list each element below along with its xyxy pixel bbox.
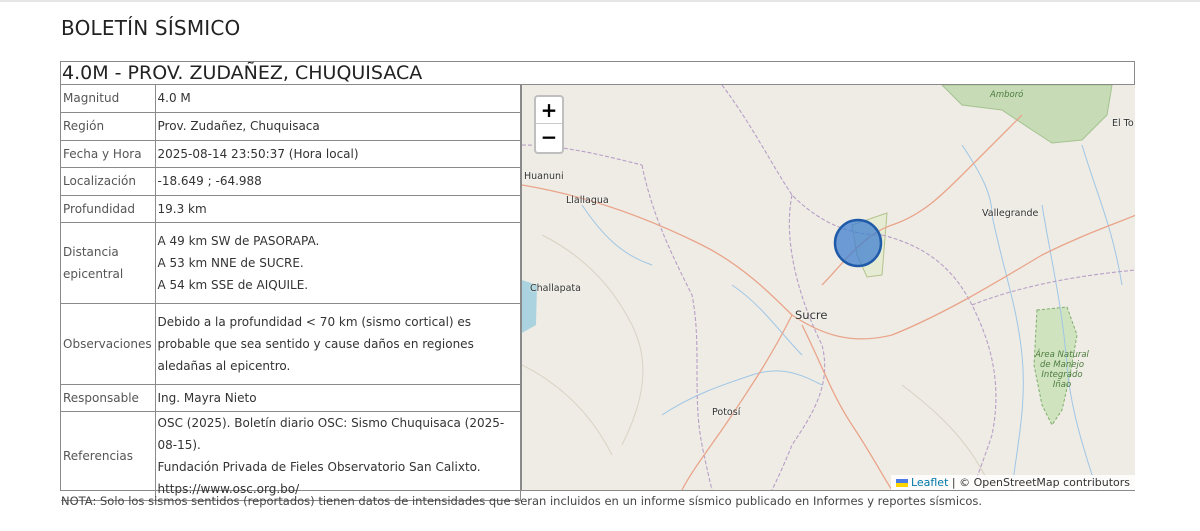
- table-row: Responsable Ing. Mayra Nieto: [61, 383, 521, 412]
- table-row: Referencias OSC (2025). Boletín diario O…: [61, 410, 521, 501]
- top-divider: [0, 0, 1200, 2]
- bulletin-heading: 4.0M - PROV. ZUDAÑEZ, CHUQUISACA: [61, 62, 1134, 85]
- place-iniao: Área Natural de Manejo Integrado Iñao: [1035, 350, 1089, 390]
- responsible-label: Responsable: [61, 383, 156, 412]
- observations-value: Debido a la profundidad < 70 km (sismo c…: [154, 302, 521, 385]
- zoom-out-button[interactable]: −: [536, 124, 562, 151]
- references-label: Referencias: [61, 410, 156, 501]
- observations-label: Observaciones: [61, 302, 156, 385]
- table-row: Fecha y Hora 2025-08-14 23:50:37 (Hora l…: [61, 139, 521, 168]
- epicenter-marker: [833, 218, 883, 268]
- ukraine-flag-icon: [895, 479, 908, 487]
- reference-line: OSC (2025). Boletín diario OSC: Sismo Ch…: [157, 415, 505, 452]
- road-lines: [522, 114, 1135, 490]
- magnitude-label: Magnitud: [61, 85, 156, 113]
- leaflet-link[interactable]: Leaflet: [911, 476, 948, 489]
- datetime-label: Fecha y Hora: [61, 139, 156, 168]
- footer-note: NOTA: Solo los sismos sentidos (reportad…: [61, 494, 983, 508]
- place-el-torno: El To: [1112, 118, 1134, 129]
- place-challapata: Challapata: [530, 283, 581, 294]
- zoom-control: + −: [534, 95, 564, 154]
- depth-value: 19.3 km: [154, 194, 521, 223]
- region-value: Prov. Zudañez, Chuquisaca: [154, 111, 521, 141]
- distance-value: A 49 km SW de PASORAPA. A 53 km NNE de S…: [154, 221, 521, 304]
- table-row: Observaciones Debido a la profundidad < …: [61, 302, 521, 385]
- region-label: Región: [61, 111, 156, 141]
- location-value: -18.649 ; -64.988: [154, 166, 521, 196]
- map-attribution: Leaflet | © OpenStreetMap contributors: [890, 475, 1135, 490]
- place-llallagua: Llallagua: [566, 195, 609, 206]
- place-huanuni: Huanuni: [524, 171, 564, 182]
- zoom-in-button[interactable]: +: [536, 97, 562, 124]
- table-row: Localización -18.649 ; -64.988: [61, 166, 521, 196]
- place-vallegrande: Vallegrande: [982, 208, 1039, 219]
- location-label: Localización: [61, 166, 156, 196]
- distance-line: A 54 km SSE de AIQUILE.: [157, 277, 309, 292]
- distance-label: Distancia epicentral: [61, 221, 156, 304]
- depth-label: Profundidad: [61, 194, 156, 223]
- distance-line: A 49 km SW de PASORAPA.: [157, 233, 320, 248]
- boundary-lines: [522, 85, 1135, 490]
- map-base: [522, 85, 1135, 490]
- magnitude-value: 4.0 M: [154, 85, 521, 113]
- place-amboro: Amboró: [990, 90, 1024, 100]
- place-potosi: Potosí: [712, 407, 741, 418]
- page-title: BOLETÍN SÍSMICO: [61, 16, 241, 40]
- attribution-separator: | ©: [948, 476, 974, 489]
- distance-line: A 53 km NNE de SUCRE.: [157, 255, 304, 270]
- table-row: Magnitud 4.0 M: [61, 85, 521, 113]
- epicenter-map[interactable]: + − Amboró El To Huanuni Llallagua Valle…: [521, 85, 1135, 490]
- table-row: Profundidad 19.3 km: [61, 194, 521, 223]
- table-row: Distancia epicentral A 49 km SW de PASOR…: [61, 221, 521, 304]
- minor-roads: [522, 234, 993, 490]
- osm-link[interactable]: OpenStreetMap contributors: [974, 476, 1130, 489]
- datetime-value: 2025-08-14 23:50:37 (Hora local): [154, 139, 521, 168]
- place-sucre: Sucre: [795, 308, 828, 322]
- references-value: OSC (2025). Boletín diario OSC: Sismo Ch…: [154, 410, 521, 501]
- park-amboro: [941, 85, 1113, 144]
- bulletin-panel: 4.0M - PROV. ZUDAÑEZ, CHUQUISACA Magnitu…: [60, 61, 1135, 501]
- info-table: Magnitud 4.0 M Región Prov. Zudañez, Chu…: [61, 85, 521, 501]
- reference-line: Fundación Privada de Fieles Observatorio…: [157, 459, 481, 474]
- responsible-value: Ing. Mayra Nieto: [154, 383, 521, 412]
- table-row: Región Prov. Zudañez, Chuquisaca: [61, 111, 521, 141]
